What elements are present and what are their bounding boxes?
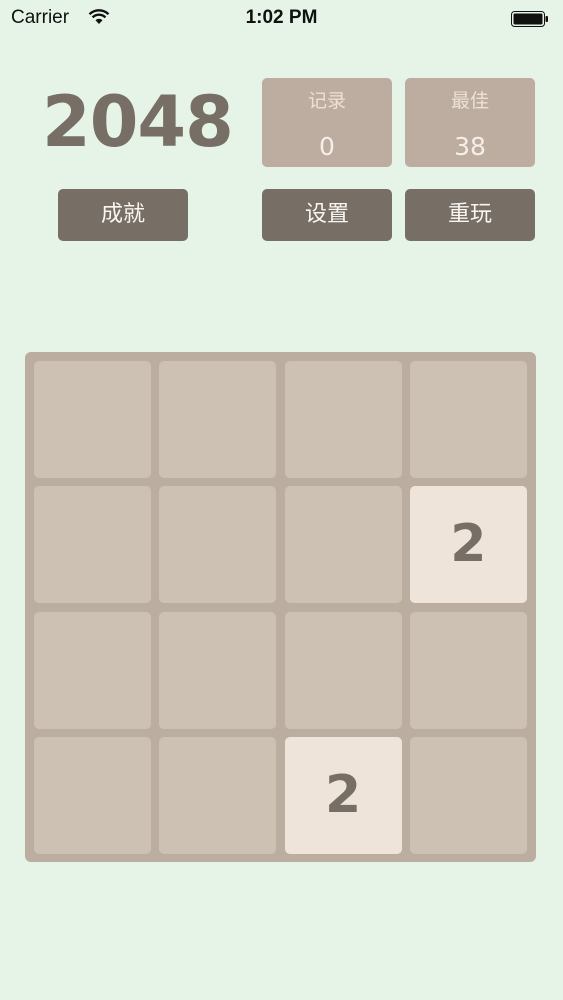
board-cell — [284, 361, 402, 478]
board-cell — [159, 486, 277, 604]
record-value: 0 — [319, 132, 335, 161]
achievements-button[interactable]: 成就 — [58, 189, 188, 241]
board-cell — [159, 736, 277, 854]
board-cell — [284, 611, 402, 729]
tile-2: 2 — [284, 736, 402, 854]
record-score-box: 记录 0 — [262, 78, 392, 167]
board-cell — [409, 361, 527, 478]
settings-button[interactable]: 设置 — [262, 189, 392, 241]
tile-2: 2 — [409, 486, 527, 604]
record-label: 记录 — [307, 90, 346, 112]
board-cell — [284, 486, 402, 604]
board-cell — [34, 361, 151, 478]
best-score-box: 最佳 38 — [405, 78, 535, 167]
best-label: 最佳 — [450, 90, 489, 112]
board-cell — [409, 611, 527, 729]
status-time: 1:02 PM — [245, 7, 318, 28]
board-cell — [34, 611, 151, 729]
battery-icon — [511, 11, 548, 27]
board-cell — [159, 611, 277, 729]
game-logo: 2048 — [42, 81, 234, 163]
status-bar: Carrier 1:02 PM — [0, 0, 563, 38]
board-cell — [409, 736, 527, 854]
board-cell — [159, 361, 277, 478]
board-cell — [34, 736, 151, 854]
restart-button[interactable]: 重玩 — [405, 189, 535, 241]
game-board[interactable]: 22 — [25, 352, 536, 862]
best-value: 38 — [454, 132, 486, 161]
board-cell — [34, 486, 151, 604]
